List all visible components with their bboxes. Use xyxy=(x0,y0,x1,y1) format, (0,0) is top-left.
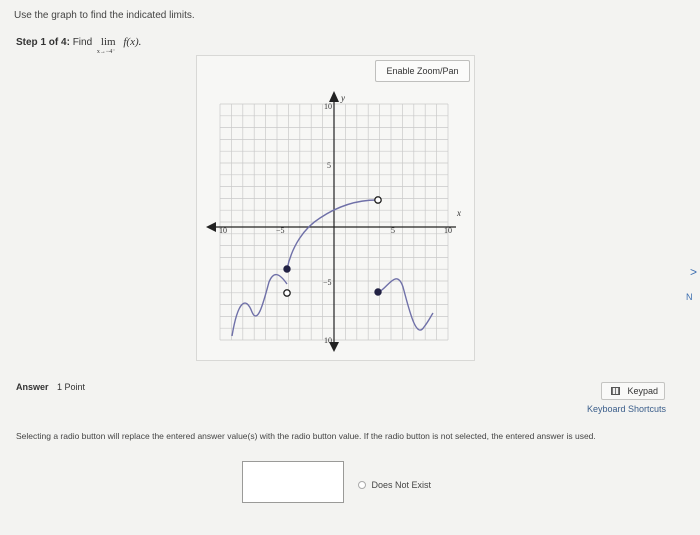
curve-left-wave xyxy=(231,274,288,337)
radio-note-text: Selecting a radio button will replace th… xyxy=(16,431,596,441)
open-point-right-upper xyxy=(374,196,382,204)
edge-cut-text: N xyxy=(686,292,693,302)
y-tick-neg10: 10 xyxy=(324,336,332,345)
x-tick-pos10: 10 xyxy=(444,226,452,235)
open-point-left-lower xyxy=(283,289,291,297)
does-not-exist-radio[interactable] xyxy=(358,481,366,489)
y-tick-neg5: −5 xyxy=(323,278,332,287)
keypad-icon xyxy=(611,387,620,395)
next-arrow-icon[interactable]: > xyxy=(690,265,697,279)
answer-input[interactable] xyxy=(242,461,344,503)
y-tick-pos10: 10 xyxy=(324,102,332,111)
x-axis-left-arrow xyxy=(206,222,216,232)
y-tick-pos5: 5 xyxy=(327,161,331,170)
x-tick-neg10: 10 xyxy=(219,226,227,235)
filled-point-left-upper xyxy=(283,265,291,273)
keypad-label: Keypad xyxy=(627,386,658,396)
answer-label: Answer xyxy=(16,382,49,392)
x-tick-neg5: −5 xyxy=(276,226,285,235)
graph-svg: 10 −5 5 10 10 5 −5 10 x y xyxy=(206,91,461,352)
keypad-button[interactable]: Keypad xyxy=(601,382,665,400)
x-axis-label: x xyxy=(456,208,461,218)
does-not-exist-label: Does Not Exist xyxy=(371,480,432,490)
filled-point-right-lower xyxy=(374,288,382,296)
x-tick-pos5: 5 xyxy=(391,226,395,235)
keyboard-shortcuts-link[interactable]: Keyboard Shortcuts xyxy=(587,404,666,414)
does-not-exist-option[interactable]: Does Not Exist xyxy=(358,480,431,490)
points-label: 1 Point xyxy=(57,382,86,392)
y-axis-label: y xyxy=(340,93,345,103)
y-axis-up-arrow xyxy=(329,91,339,102)
answer-header: Answer 1 Point xyxy=(16,382,85,392)
